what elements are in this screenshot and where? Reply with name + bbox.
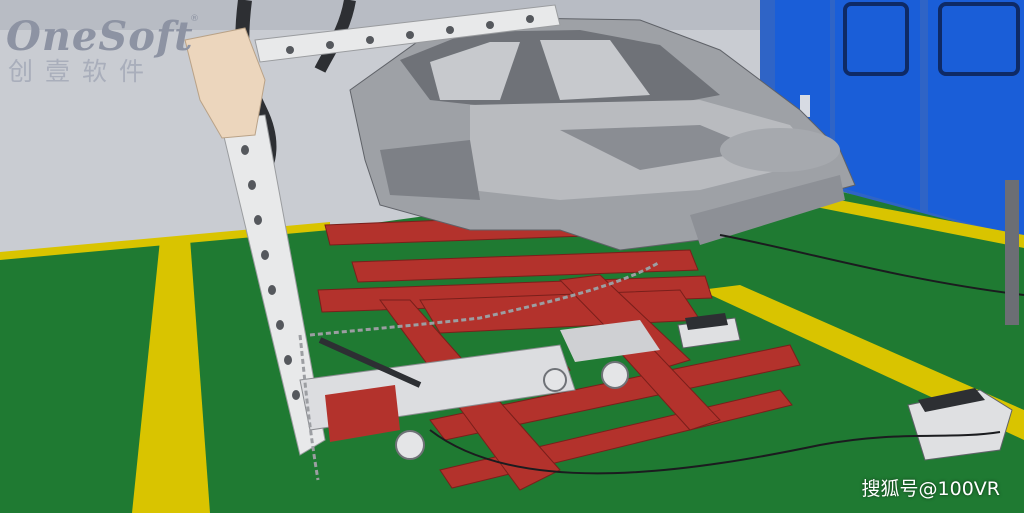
registered-mark: ® bbox=[190, 14, 199, 24]
cart-leg bbox=[1005, 180, 1019, 325]
logo-wordmark: OneSoft bbox=[6, 13, 194, 60]
watermark-text: 搜狐号@100VR bbox=[861, 478, 1000, 500]
simulation-viewport: OneSoft 创壹软件 ® 搜狐号@100VR bbox=[0, 0, 1024, 513]
logo-chinese-name: 创壹软件 bbox=[8, 57, 157, 86]
onesoft-logo: OneSoft 创壹软件 bbox=[6, 16, 194, 86]
